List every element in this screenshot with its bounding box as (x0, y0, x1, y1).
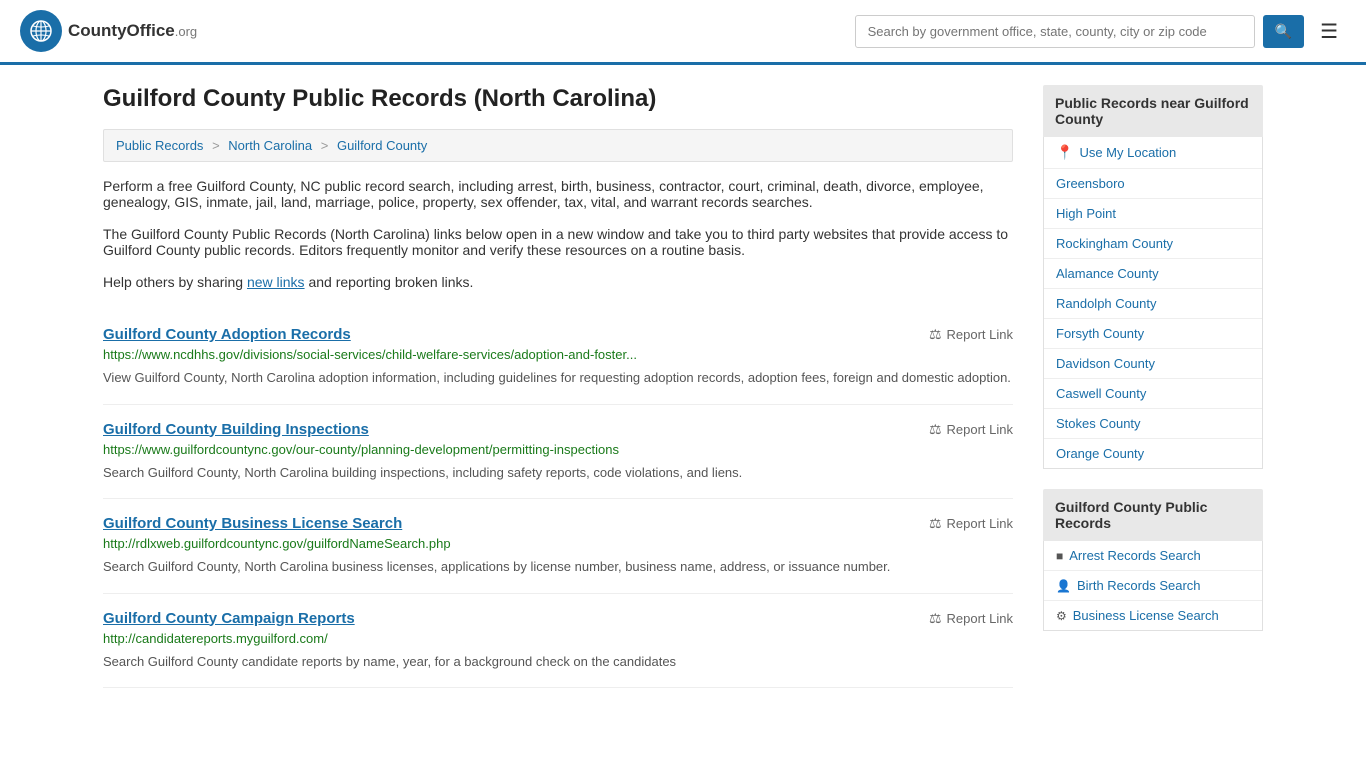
report-icon: ⚖ (929, 610, 942, 627)
nearby-place-2[interactable]: Rockingham County (1044, 229, 1262, 259)
guilford-record-0[interactable]: ■ Arrest Records Search (1044, 541, 1262, 571)
nearby-heading: Public Records near Guilford County (1043, 85, 1263, 137)
breadcrumb-north-carolina[interactable]: North Carolina (228, 138, 312, 153)
nearby-place-1[interactable]: High Point (1044, 199, 1262, 229)
nearby-place-3[interactable]: Alamance County (1044, 259, 1262, 289)
guilford-record-2[interactable]: ⚙ Business License Search (1044, 601, 1262, 630)
nearby-place-5[interactable]: Forsyth County (1044, 319, 1262, 349)
record-title-0[interactable]: Guilford County Adoption Records (103, 326, 351, 343)
guilford-record-1[interactable]: 👤 Birth Records Search (1044, 571, 1262, 601)
breadcrumb-guilford-county[interactable]: Guilford County (337, 138, 427, 153)
search-button[interactable]: 🔍 (1263, 15, 1304, 48)
share-text: Help others by sharing new links and rep… (103, 274, 1013, 290)
guilford-record-link-1[interactable]: Birth Records Search (1077, 578, 1201, 593)
record-url-3: http://candidatereports.myguilford.com/ (103, 631, 1013, 646)
intro-paragraph-1: Perform a free Guilford County, NC publi… (103, 178, 1013, 210)
record-title-1[interactable]: Guilford County Building Inspections (103, 421, 369, 438)
use-location-link[interactable]: Use My Location (1079, 145, 1176, 160)
hamburger-icon: ☰ (1320, 21, 1338, 43)
breadcrumb: Public Records > North Carolina > Guilfo… (103, 129, 1013, 162)
nearby-place-6[interactable]: Davidson County (1044, 349, 1262, 379)
search-input[interactable] (855, 15, 1255, 48)
record-url-1: https://www.guilfordcountync.gov/our-cou… (103, 442, 1013, 457)
nearby-place-8[interactable]: Stokes County (1044, 409, 1262, 439)
main-container: Guilford County Public Records (North Ca… (83, 65, 1283, 708)
record-item: Guilford County Adoption Records ⚖ Repor… (103, 310, 1013, 405)
record-title-3[interactable]: Guilford County Campaign Reports (103, 610, 355, 627)
breadcrumb-separator: > (321, 138, 332, 153)
record-item: Guilford County Building Inspections ⚖ R… (103, 405, 1013, 500)
record-desc-1: Search Guilford County, North Carolina b… (103, 463, 1013, 483)
nearby-place-link-4[interactable]: Randolph County (1056, 296, 1156, 311)
search-area: 🔍 ☰ (855, 15, 1346, 48)
report-link-0[interactable]: ⚖ Report Link (929, 326, 1013, 343)
nearby-place-link-7[interactable]: Caswell County (1056, 386, 1146, 401)
nearby-place-link-8[interactable]: Stokes County (1056, 416, 1141, 431)
menu-button[interactable]: ☰ (1312, 15, 1346, 48)
nearby-place-link-9[interactable]: Orange County (1056, 446, 1144, 461)
nearby-place-0[interactable]: Greensboro (1044, 169, 1262, 199)
logo-area: CountyOffice.org (20, 10, 197, 52)
records-list: Guilford County Adoption Records ⚖ Repor… (103, 310, 1013, 688)
guilford-record-icon-2: ⚙ (1056, 609, 1067, 623)
nearby-place-link-5[interactable]: Forsyth County (1056, 326, 1144, 341)
location-icon: 📍 (1056, 144, 1073, 161)
nearby-place-link-0[interactable]: Greensboro (1056, 176, 1125, 191)
guilford-record-icon-0: ■ (1056, 549, 1063, 563)
use-my-location[interactable]: 📍 Use My Location (1044, 137, 1262, 169)
report-link-3[interactable]: ⚖ Report Link (929, 610, 1013, 627)
search-icon: 🔍 (1275, 23, 1292, 39)
report-icon: ⚖ (929, 515, 942, 532)
nearby-place-9[interactable]: Orange County (1044, 439, 1262, 468)
record-desc-3: Search Guilford County candidate reports… (103, 652, 1013, 672)
nearby-place-link-3[interactable]: Alamance County (1056, 266, 1159, 281)
guilford-record-link-2[interactable]: Business License Search (1073, 608, 1219, 623)
new-links-link[interactable]: new links (247, 274, 305, 290)
nearby-place-link-2[interactable]: Rockingham County (1056, 236, 1173, 251)
content-area: Guilford County Public Records (North Ca… (103, 85, 1013, 688)
record-header: Guilford County Building Inspections ⚖ R… (103, 421, 1013, 438)
nearby-place-link-6[interactable]: Davidson County (1056, 356, 1155, 371)
record-header: Guilford County Business License Search … (103, 515, 1013, 532)
record-title-2[interactable]: Guilford County Business License Search (103, 515, 402, 532)
record-item: Guilford County Business License Search … (103, 499, 1013, 594)
nearby-place-4[interactable]: Randolph County (1044, 289, 1262, 319)
guilford-records-list: ■ Arrest Records Search 👤 Birth Records … (1043, 541, 1263, 631)
logo-icon (20, 10, 62, 52)
logo-text: CountyOffice.org (68, 21, 197, 41)
report-icon: ⚖ (929, 326, 942, 343)
guilford-record-icon-1: 👤 (1056, 579, 1071, 593)
guilford-record-link-0[interactable]: Arrest Records Search (1069, 548, 1201, 563)
nearby-list: 📍 Use My Location Greensboro High Point Ro… (1043, 137, 1263, 469)
header: CountyOffice.org 🔍 ☰ (0, 0, 1366, 65)
guilford-records-heading: Guilford County Public Records (1043, 489, 1263, 541)
nearby-section: Public Records near Guilford County 📍 Us… (1043, 85, 1263, 469)
record-item: Guilford County Campaign Reports ⚖ Repor… (103, 594, 1013, 689)
breadcrumb-public-records[interactable]: Public Records (116, 138, 203, 153)
report-link-2[interactable]: ⚖ Report Link (929, 515, 1013, 532)
page-title: Guilford County Public Records (North Ca… (103, 85, 1013, 113)
record-desc-2: Search Guilford County, North Carolina b… (103, 557, 1013, 577)
breadcrumb-separator: > (212, 138, 223, 153)
report-link-1[interactable]: ⚖ Report Link (929, 421, 1013, 438)
record-desc-0: View Guilford County, North Carolina ado… (103, 368, 1013, 388)
nearby-place-7[interactable]: Caswell County (1044, 379, 1262, 409)
sidebar: Public Records near Guilford County 📍 Us… (1043, 85, 1263, 688)
record-header: Guilford County Campaign Reports ⚖ Repor… (103, 610, 1013, 627)
record-header: Guilford County Adoption Records ⚖ Repor… (103, 326, 1013, 343)
record-url-0: https://www.ncdhhs.gov/divisions/social-… (103, 347, 1013, 362)
intro-paragraph-2: The Guilford County Public Records (Nort… (103, 226, 1013, 258)
nearby-place-link-1[interactable]: High Point (1056, 206, 1116, 221)
report-icon: ⚖ (929, 421, 942, 438)
guilford-records-section: Guilford County Public Records ■ Arrest … (1043, 489, 1263, 631)
record-url-2: http://rdlxweb.guilfordcountync.gov/guil… (103, 536, 1013, 551)
